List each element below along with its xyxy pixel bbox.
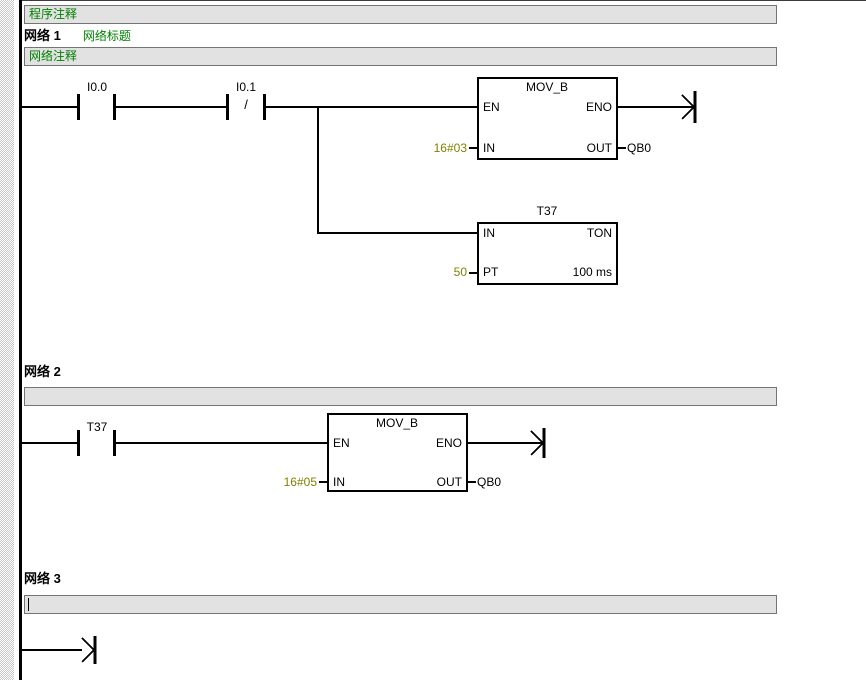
nc-contact-slash: /	[216, 99, 276, 111]
net1-timer-operand[interactable]: T37	[478, 205, 616, 217]
contact-operand-t37[interactable]: T37	[67, 421, 127, 433]
net1-branch-wire	[318, 107, 478, 233]
net2-movb-pin-eno: ENO	[328, 437, 462, 449]
ladder-diagram	[0, 0, 866, 680]
net1-timer-type: TON	[478, 227, 612, 239]
net1-movb-title: MOV_B	[478, 81, 616, 93]
net1-timer-time-base: 100 ms	[478, 266, 612, 278]
net1-timer-pt-value[interactable]: 50	[368, 266, 467, 278]
net1-movb-pin-eno: ENO	[478, 101, 612, 113]
ladder-editor-canvas: 程序注释 网络 1网络标题 网络注释 网络 2 网络 3	[0, 0, 866, 680]
net2-movb-title: MOV_B	[328, 417, 466, 429]
net2-movb-pin-out: OUT	[328, 476, 462, 488]
contact-operand-i00[interactable]: I0.0	[67, 81, 127, 93]
net1-movb-pin-out: OUT	[478, 142, 612, 154]
net2-movb-out-operand[interactable]: QB0	[477, 476, 501, 488]
net1-movb-in-value[interactable]: 16#03	[368, 142, 467, 154]
contact-operand-i01[interactable]: I0.1	[216, 81, 276, 93]
net1-contact-i00[interactable]	[79, 94, 115, 120]
net3-open-branch-arrow-icon[interactable]	[82, 636, 95, 664]
net2-movb-in-value[interactable]: 16#05	[218, 476, 317, 488]
net1-movb-out-operand[interactable]: QB0	[627, 142, 651, 154]
